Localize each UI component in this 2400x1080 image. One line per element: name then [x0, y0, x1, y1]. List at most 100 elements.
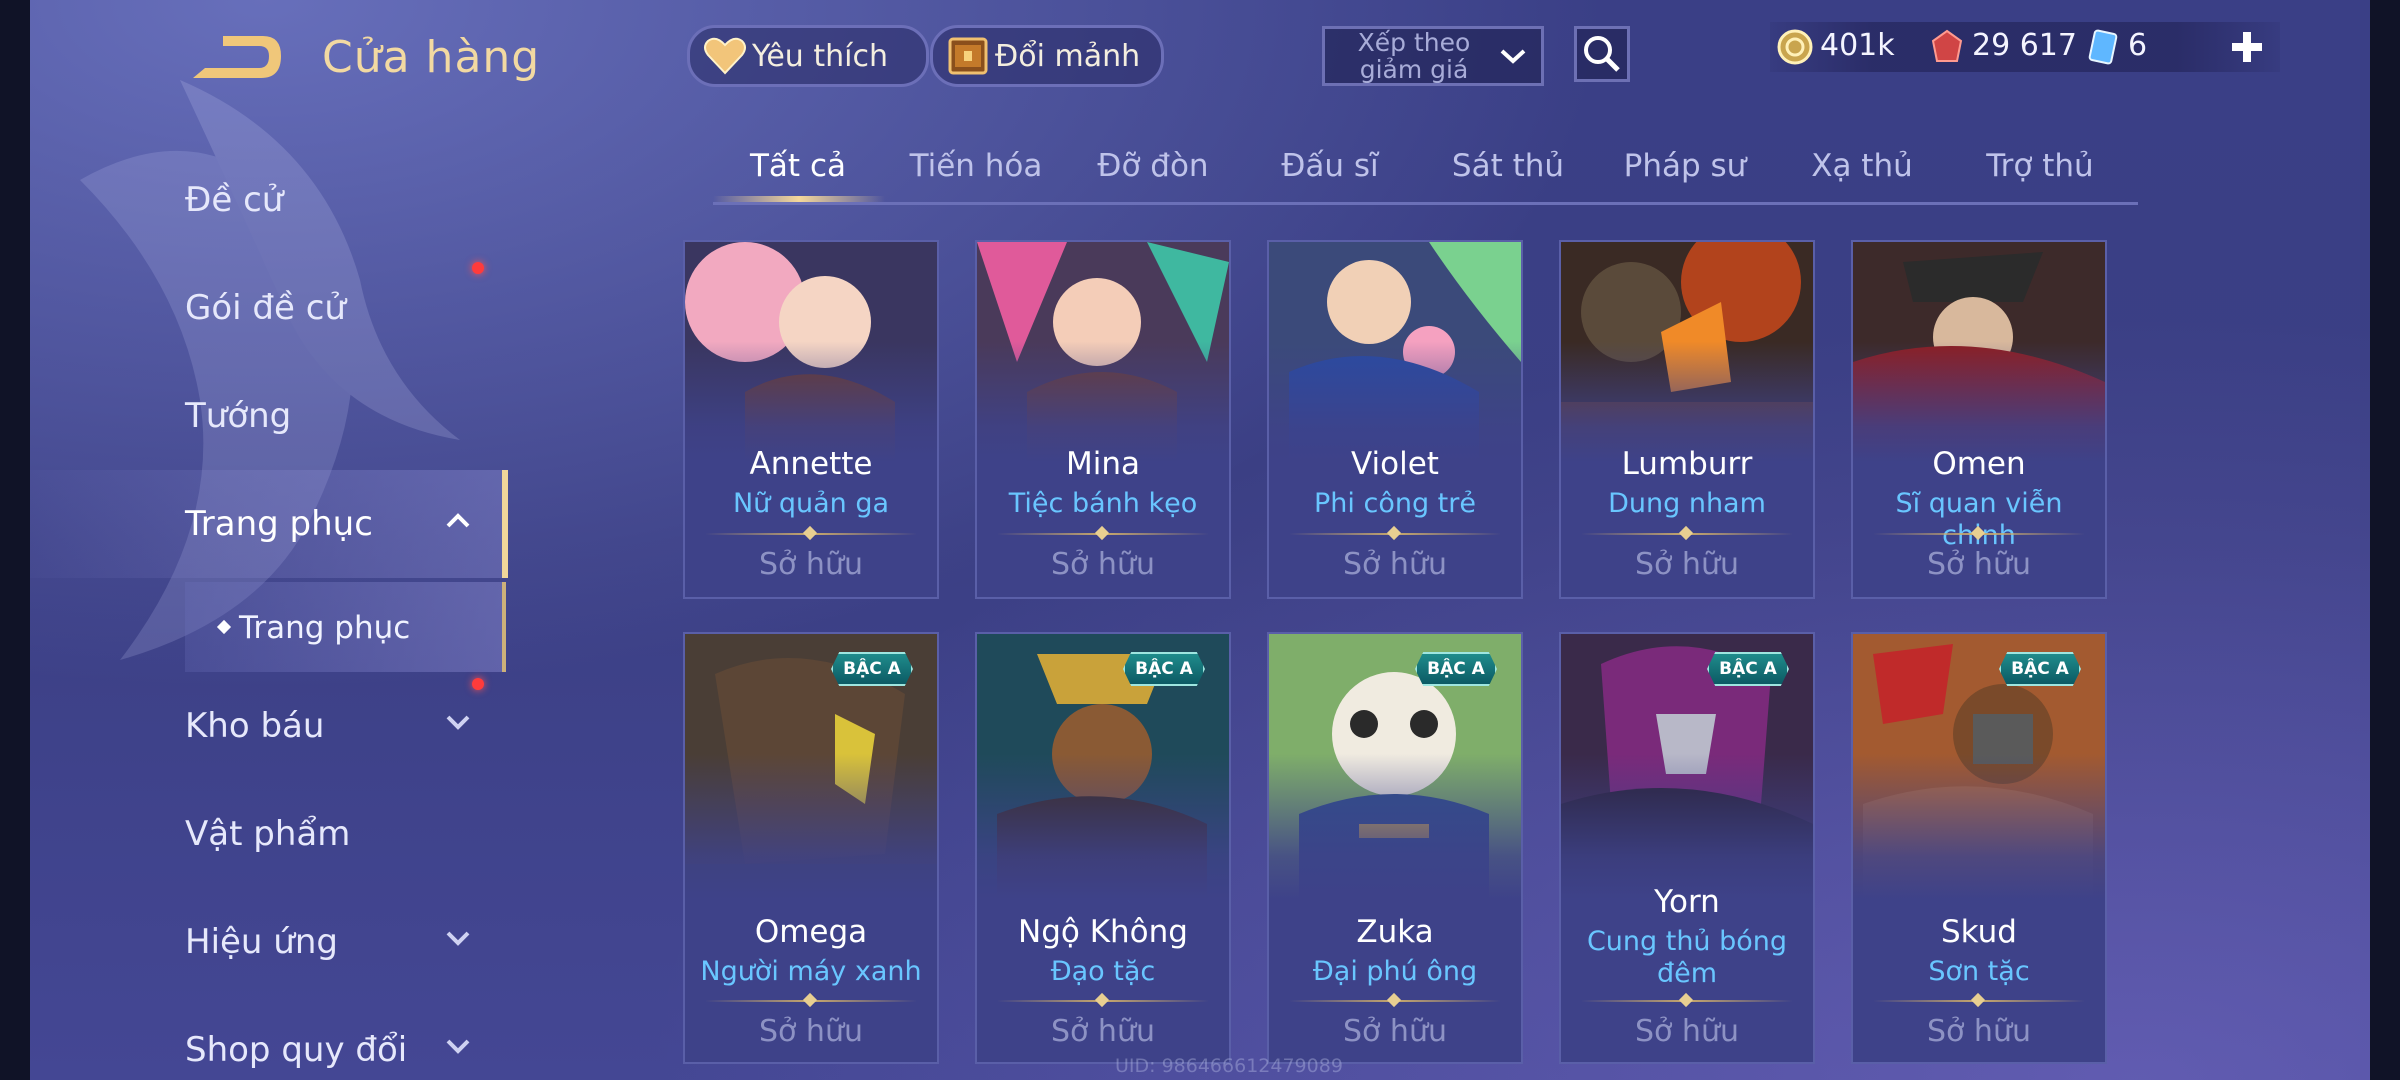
add-currency-button[interactable]: [2226, 26, 2268, 68]
skin-card-omega[interactable]: BẬC A Omega Người máy xanh Sở hữu: [683, 632, 939, 1064]
tab-sat-thu[interactable]: Sát thủ: [1423, 148, 1593, 184]
sidebar-item-label: Hiệu ứng: [185, 922, 338, 962]
owned-status: Sở hữu: [759, 1014, 863, 1049]
sidebar-item-kho-bau[interactable]: Kho báu: [30, 676, 502, 776]
sidebar-item-label: Đề cử: [185, 180, 284, 220]
voucher-icon: [1931, 29, 1963, 62]
sidebar-item-hieu-ung[interactable]: Hiệu ứng: [30, 892, 502, 992]
skin-name: Người máy xanh: [700, 956, 922, 987]
user-id: UID: 986466612479089: [1115, 1055, 1343, 1077]
back-arrow-icon[interactable]: [185, 28, 285, 88]
skin-name: Nữ quản ga: [732, 488, 890, 519]
skin-name: Cung thủ bóng đêm: [1586, 926, 1788, 989]
skin-name: Sĩ quan viễn chinh: [1895, 488, 2063, 551]
hero-name: Lumburr: [1621, 446, 1753, 482]
hero-name: Omen: [1932, 446, 2026, 482]
tab-tat-ca[interactable]: Tất cả: [713, 148, 883, 184]
tab-xa-thu[interactable]: Xạ thủ: [1777, 148, 1947, 184]
sidebar-item-label: Trang phục: [185, 504, 373, 544]
skin-name: Đạo tặc: [1050, 956, 1156, 987]
shard-label: Đổi mảnh: [995, 38, 1141, 74]
sidebar-item-vat-pham[interactable]: Vật phẩm: [30, 784, 502, 884]
tier-badge: BẬC A: [1707, 652, 1789, 686]
tier-badge: BẬC A: [1415, 652, 1497, 686]
skin-card-ngo-khong[interactable]: BẬC A Ngộ Không Đạo tặc Sở hữu: [975, 632, 1231, 1064]
sidebar-item-trang-phuc[interactable]: Trang phục: [30, 470, 508, 578]
skin-card-lumburr[interactable]: Lumburr Dung nham Sở hữu: [1559, 240, 1815, 599]
hero-name: Annette: [749, 446, 873, 482]
owned-status: Sở hữu: [1927, 1014, 2031, 1049]
skin-name: Đại phú ông: [1312, 956, 1478, 987]
chest-icon: [948, 37, 988, 75]
sidebar-item-label: Kho báu: [185, 706, 325, 746]
hero-name: Zuka: [1356, 914, 1434, 950]
sidebar-item-label: Tướng: [185, 396, 292, 436]
favorite-label: Yêu thích: [752, 38, 888, 74]
tab-phap-su[interactable]: Pháp sư: [1600, 148, 1770, 184]
category-tabs: Tất cả Tiến hóa Đỡ đòn Đấu sĩ Sát thủ Ph…: [713, 140, 2138, 205]
gold-coin-icon: [1777, 29, 1813, 65]
shop-screen: Cửa hàng Đề cử Gói đề cử Tướng Trang phụ…: [30, 0, 2370, 1080]
sidebar-item-label: Gói đề cử: [185, 288, 346, 328]
voucher-amount: 29 617: [1972, 28, 2077, 63]
owned-status: Sở hữu: [1051, 1014, 1155, 1049]
sidebar-item-shop-quy-doi[interactable]: Shop quy đổi: [30, 1000, 502, 1080]
gold-amount: 401k: [1820, 28, 1895, 63]
sort-value: Xếp theo giảm giá: [1357, 28, 1471, 84]
skin-card-violet[interactable]: Violet Phi công trẻ Sở hữu: [1267, 240, 1523, 599]
bullet-icon: [216, 619, 232, 635]
heart-icon: [704, 37, 746, 75]
notification-dot: [472, 262, 484, 274]
chevron-up-icon: [446, 513, 470, 528]
skin-card-omen[interactable]: Omen Sĩ quan viễn chinh Sở hữu: [1851, 240, 2107, 599]
tier-badge: BẬC A: [1123, 652, 1205, 686]
tab-do-don[interactable]: Đỡ đòn: [1068, 148, 1238, 184]
skin-name: Dung nham: [1608, 488, 1766, 519]
notification-dot: [472, 678, 484, 690]
hero-name: Skud: [1940, 914, 2017, 950]
sidebar-item-tuong[interactable]: Tướng: [30, 366, 502, 466]
sidebar-item-goi-de-cu[interactable]: Gói đề cử: [30, 258, 502, 358]
skin-name: Tiệc bánh kẹo: [1008, 488, 1198, 519]
tier-badge: BẬC A: [831, 652, 913, 686]
sidebar-item-label: Shop quy đổi: [185, 1030, 408, 1070]
hero-name: Omega: [754, 914, 868, 950]
owned-status: Sở hữu: [1343, 1014, 1447, 1049]
hero-name: Violet: [1351, 446, 1439, 482]
shard-exchange-button[interactable]: Đổi mảnh: [930, 25, 1164, 87]
skin-card-annette[interactable]: Annette Nữ quản ga Sở hữu: [683, 240, 939, 599]
hero-name: Yorn: [1654, 884, 1720, 920]
owned-status: Sở hữu: [1927, 547, 2031, 582]
page-title: Cửa hàng: [322, 32, 541, 83]
tab-tro-thu[interactable]: Trợ thủ: [1955, 148, 2125, 184]
hero-name: Ngộ Không: [1018, 914, 1188, 950]
sidebar-subitem-label: Trang phục: [239, 610, 411, 646]
active-tab-indicator: [713, 196, 885, 202]
hero-name: Mina: [1065, 446, 1140, 482]
owned-status: Sở hữu: [1343, 547, 1447, 582]
card-icon: [2088, 29, 2118, 65]
search-button[interactable]: [1574, 26, 1630, 82]
sidebar-item-label: Vật phẩm: [185, 814, 351, 854]
card-amount: 6: [2128, 28, 2148, 63]
owned-status: Sở hữu: [1051, 547, 1155, 582]
skin-name: Sơn tặc: [1928, 956, 2030, 987]
tab-tien-hoa[interactable]: Tiến hóa: [891, 148, 1061, 184]
owned-status: Sở hữu: [1635, 547, 1739, 582]
skin-card-skud[interactable]: BẬC A Skud Sơn tặc Sở hữu: [1851, 632, 2107, 1064]
sidebar-item-de-cu[interactable]: Đề cử: [30, 150, 502, 250]
tab-dau-si[interactable]: Đấu sĩ: [1245, 148, 1415, 184]
search-icon: [1584, 36, 1620, 72]
chevron-down-icon: [446, 1039, 470, 1054]
favorite-button[interactable]: Yêu thích: [687, 25, 929, 87]
owned-status: Sở hữu: [759, 547, 863, 582]
sidebar-subitem-trang-phuc[interactable]: Trang phục: [185, 582, 506, 672]
chevron-down-icon: [446, 715, 470, 730]
skin-card-yorn[interactable]: BẬC A Yorn Cung thủ bóng đêm Sở hữu: [1559, 632, 1815, 1064]
tier-badge: BẬC A: [1999, 652, 2081, 686]
chevron-down-icon: [1500, 49, 1526, 64]
skin-card-mina[interactable]: Mina Tiệc bánh kẹo Sở hữu: [975, 240, 1231, 599]
skin-card-zuka[interactable]: BẬC A Zuka Đại phú ông Sở hữu: [1267, 632, 1523, 1064]
skin-name: Phi công trẻ: [1314, 488, 1476, 519]
sort-dropdown[interactable]: Xếp theo giảm giá: [1322, 26, 1544, 86]
